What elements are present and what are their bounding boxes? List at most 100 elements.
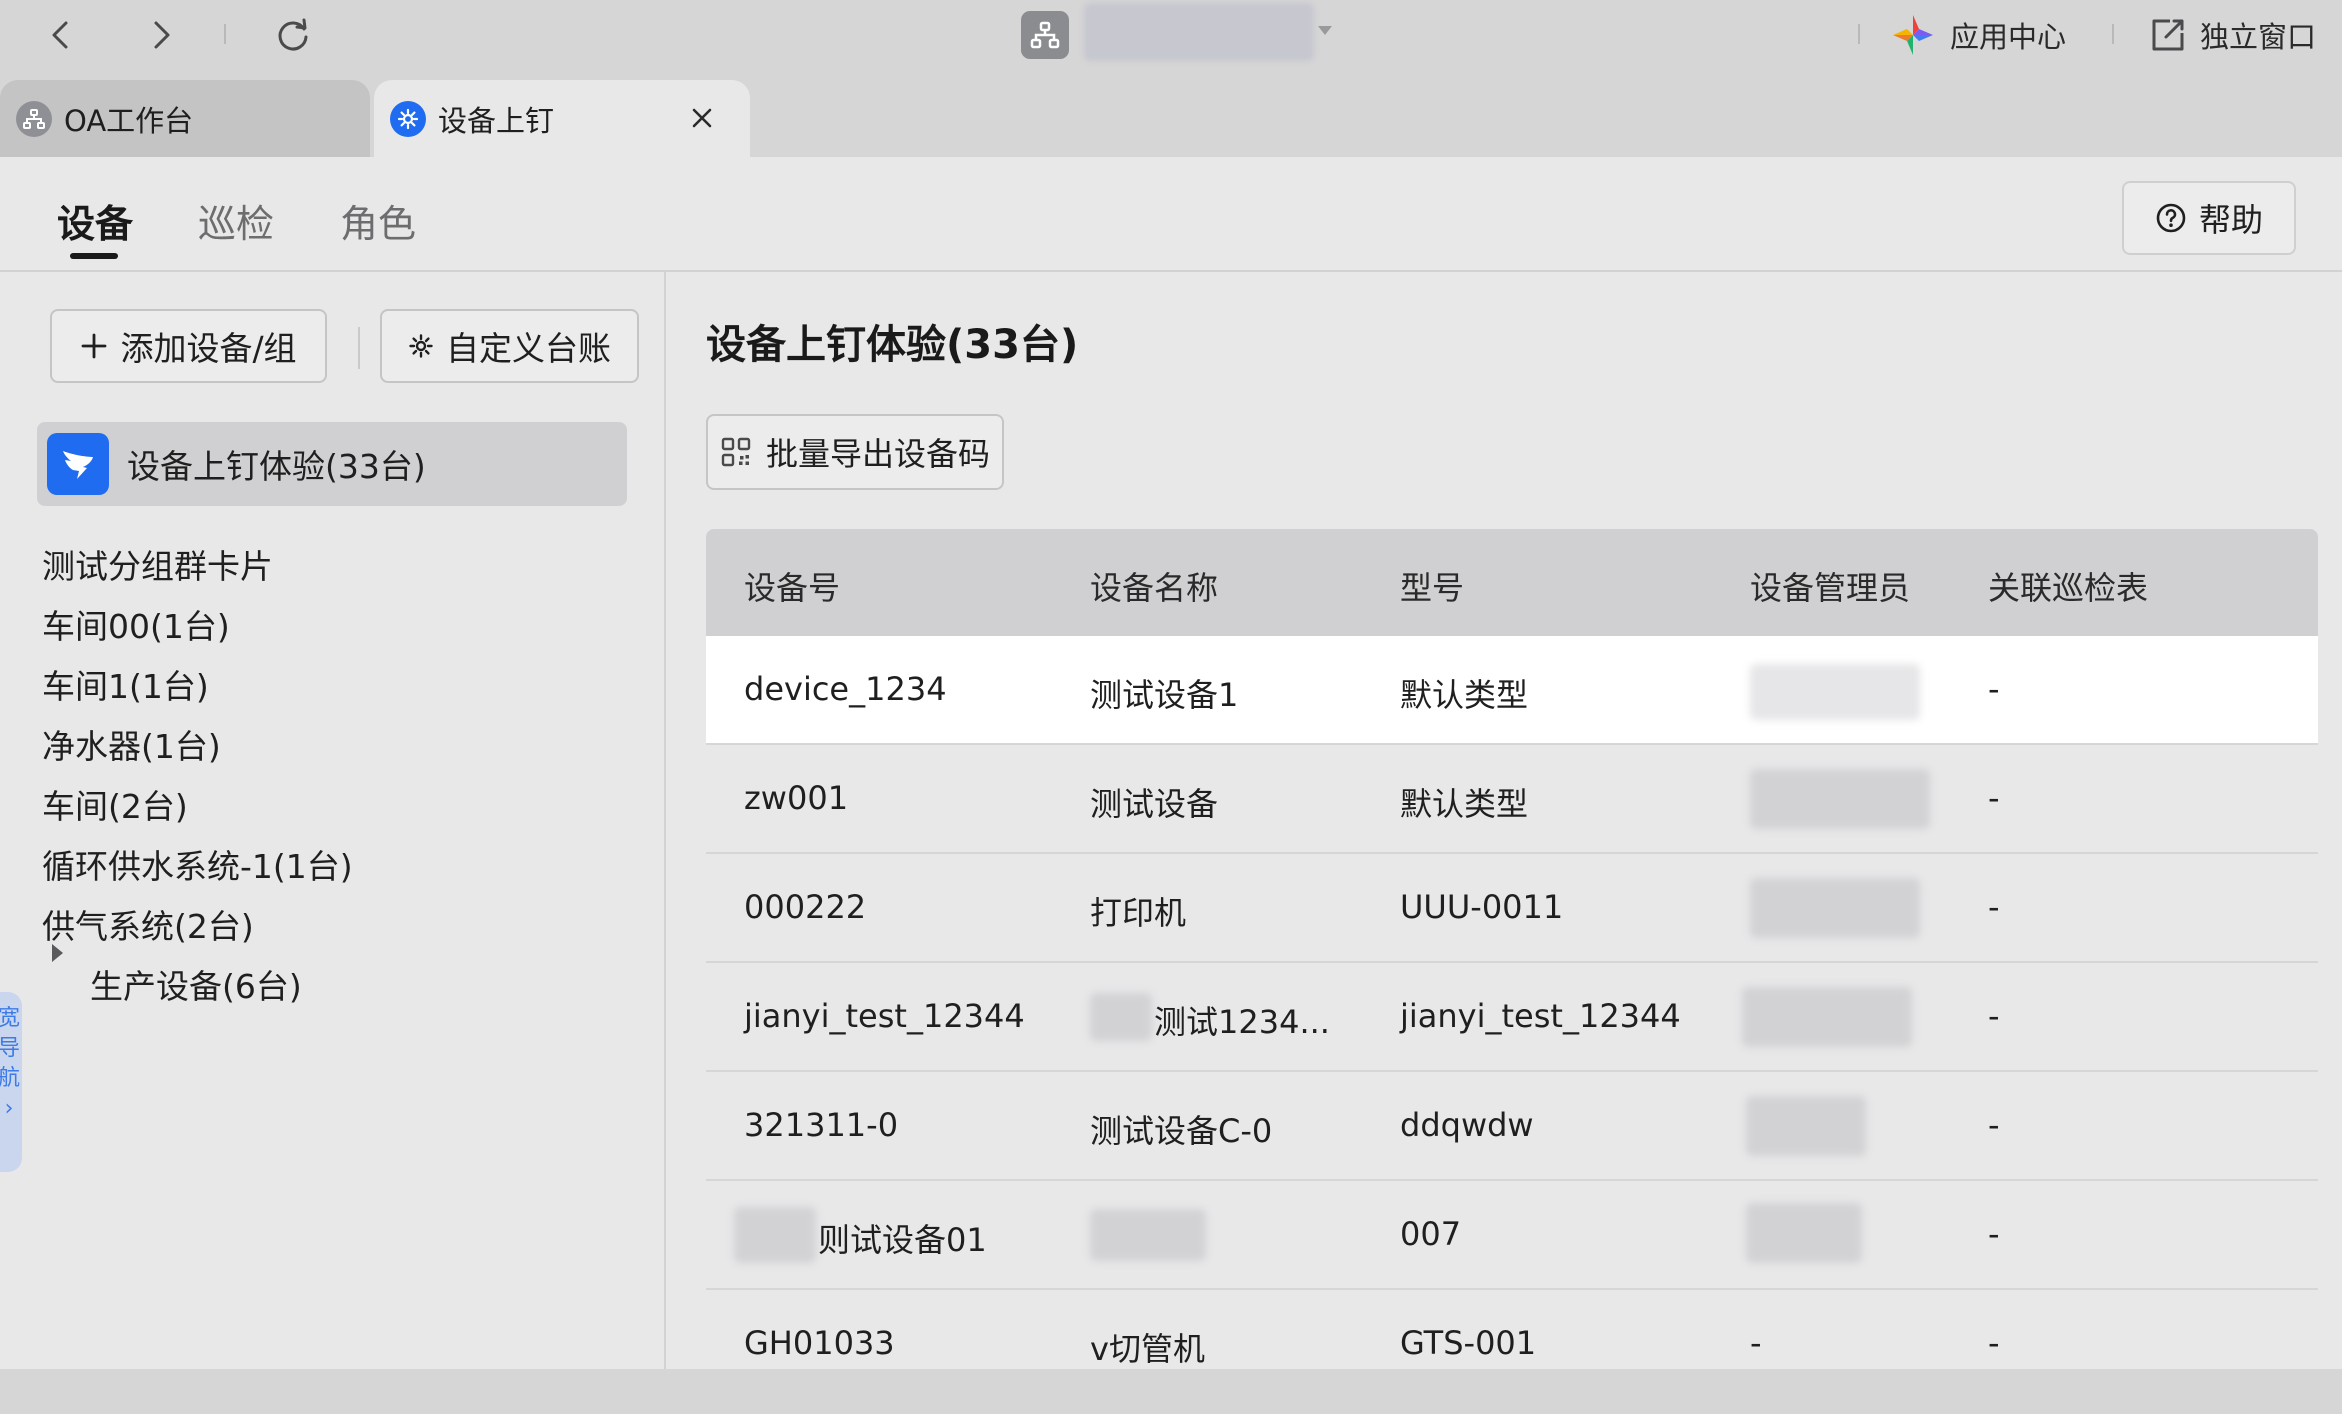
tab-oa-workbench[interactable]: OA工作台 (0, 80, 370, 157)
close-tab-button[interactable] (684, 100, 720, 136)
help-button[interactable]: 帮助 (2122, 181, 2296, 255)
cell-device-id: 321311-0 (744, 1106, 899, 1144)
group-item[interactable]: 测试分组群卡片 (42, 540, 273, 588)
tab-devices[interactable]: 设备 (57, 193, 133, 248)
group-item[interactable]: 循环供水系统-1(1台) (42, 840, 353, 888)
group-item[interactable]: 车间(2台) (42, 780, 188, 828)
table-row[interactable]: device_1234 测试设备1 默认类型 - (706, 636, 2318, 745)
section-tabs: 设备 巡检 角色 帮助 (0, 157, 2342, 272)
export-device-codes-button[interactable]: 批量导出设备码 (706, 414, 1004, 490)
cell-device-name: 测试设备 (1090, 785, 1219, 823)
export-label: 批量导出设备码 (765, 435, 990, 473)
back-button[interactable] (36, 10, 86, 60)
table-row[interactable]: 则试设备01 007 - (706, 1181, 2318, 1290)
cell-inspection: - (1988, 1106, 2000, 1144)
cell-model: 007 (1400, 1215, 1462, 1253)
cell-inspection: - (1988, 670, 2000, 708)
app-window: 应用中心 独立窗口 OA工作台 设备上钉 设备 巡检 角色 帮助 添加设备/组 … (0, 0, 2342, 1414)
browser-tabs: OA工作台 设备上钉 (0, 80, 2342, 157)
device-table: 设备号 设备名称 型号 设备管理员 关联巡检表 device_1234 测试设备… (706, 529, 2318, 1399)
add-device-group-button[interactable]: 添加设备/组 (50, 309, 327, 383)
device-gear-icon (390, 100, 426, 137)
cell-admin-redacted (1750, 769, 1930, 829)
chevron-right-icon (154, 21, 170, 49)
cell-device-id: device_1234 (744, 670, 947, 708)
group-item[interactable]: 供气系统(2台) (42, 900, 254, 948)
cell-model: UUU-0011 (1400, 888, 1564, 926)
group-item[interactable]: 车间1(1台) (42, 660, 209, 708)
custom-ledger-button[interactable]: 自定义台账 (380, 309, 639, 383)
handle-text: 宽 (0, 1006, 20, 1031)
group-item-selected[interactable]: 设备上钉体验(33台) (37, 422, 627, 506)
device-list-panel: 设备上钉体验(33台) 批量导出设备码 设备号 设备名称 型号 设备管理员 关联… (668, 272, 2342, 1369)
cell-inspection: - (1988, 779, 2000, 817)
cell-device-id: 则试设备01 (818, 1221, 987, 1259)
cell-model: 默认类型 (1400, 676, 1529, 714)
tab-label: OA工作台 (64, 103, 194, 138)
column-header-device-name: 设备名称 (1090, 569, 1219, 607)
handle-text: 航 (0, 1066, 20, 1091)
cell-admin-redacted (1750, 664, 1920, 720)
org-chart-icon (16, 100, 52, 137)
cell-admin-redacted (1742, 987, 1912, 1047)
reload-button[interactable] (268, 10, 318, 60)
help-icon (2156, 203, 2186, 233)
column-header-inspection: 关联巡检表 (1988, 569, 2149, 607)
standalone-window-button[interactable]: 独立窗口 (2148, 10, 2316, 60)
toolbar-divider (2112, 24, 2114, 44)
group-sidebar: 添加设备/组 自定义台账 设备上钉体验(33台) 测试分组群卡片 车间00(1台… (0, 272, 666, 1369)
table-row[interactable]: 321311-0 测试设备C-0 ddqwdw - (706, 1072, 2318, 1181)
column-header-device-id: 设备号 (744, 569, 841, 607)
cell-inspection: - (1988, 1215, 2000, 1253)
active-tab-indicator (70, 253, 118, 259)
cell-admin-redacted (1746, 1203, 1862, 1263)
toolbar-divider (224, 24, 226, 44)
app-center-logo-icon (1893, 15, 1933, 55)
cell-device-id: jianyi_test_12344 (744, 997, 1025, 1035)
group-item[interactable]: 净水器(1台) (42, 720, 221, 768)
plus-icon (82, 333, 107, 359)
group-item[interactable]: 车间00(1台) (42, 600, 230, 648)
cell-id-prefix-redacted (734, 1207, 816, 1263)
custom-ledger-label: 自定义台账 (446, 329, 611, 368)
cell-name-prefix-redacted (1090, 993, 1152, 1041)
table-row[interactable]: zw001 测试设备 默认类型 - (706, 745, 2318, 854)
button-divider (358, 327, 360, 369)
group-label: 设备上钉体验(33台) (127, 447, 426, 486)
org-chart-icon (1030, 21, 1060, 49)
window-bottom-edge (0, 1369, 2342, 1414)
cell-model: jianyi_test_12344 (1400, 997, 1681, 1035)
tab-roles[interactable]: 角色 (340, 193, 416, 248)
gear-icon (409, 334, 433, 358)
tab-label: 设备上钉 (438, 103, 555, 138)
app-center-button[interactable]: 应用中心 (1890, 10, 2066, 60)
cell-device-id: 000222 (744, 888, 867, 926)
forward-button[interactable] (136, 10, 186, 60)
table-row[interactable]: 000222 打印机 UUU-0011 - (706, 854, 2318, 963)
table-header: 设备号 设备名称 型号 设备管理员 关联巡检表 (706, 529, 2318, 636)
handle-text: 导 (0, 1036, 20, 1061)
tab-device-nailing[interactable]: 设备上钉 (374, 80, 750, 157)
cell-device-name: 打印机 (1090, 894, 1187, 932)
caret-down-icon[interactable] (1318, 26, 1332, 35)
chevron-left-icon (52, 21, 68, 49)
expand-caret-icon[interactable] (52, 944, 63, 962)
organization-name-redacted[interactable] (1084, 3, 1314, 61)
cell-device-id: GH01033 (744, 1324, 895, 1362)
group-item-expandable[interactable]: 生产设备(6台) (90, 960, 302, 1008)
help-label: 帮助 (2198, 201, 2263, 239)
reload-icon (278, 18, 308, 51)
cell-inspection: - (1988, 997, 2000, 1035)
cell-model: ddqwdw (1400, 1106, 1534, 1144)
organization-switcher[interactable] (1021, 11, 1069, 59)
cell-device-name: v切管机 (1090, 1330, 1205, 1368)
cell-inspection: - (1988, 888, 2000, 926)
cell-device-id: zw001 (744, 779, 849, 817)
cell-device-name: 测试设备1 (1090, 676, 1239, 714)
sidebar-collapse-handle[interactable]: 宽 导 航 › (0, 992, 22, 1172)
cell-device-name: 测试设备C-0 (1090, 1112, 1273, 1150)
tab-inspection[interactable]: 巡检 (198, 193, 274, 248)
page-content: 设备 巡检 角色 帮助 添加设备/组 自定义台账 设备上钉体验(33台) 测试分… (0, 157, 2342, 1369)
cell-device-name: 测试1234... (1154, 1003, 1330, 1041)
table-row[interactable]: jianyi_test_12344 测试1234... jianyi_test_… (706, 963, 2318, 1072)
